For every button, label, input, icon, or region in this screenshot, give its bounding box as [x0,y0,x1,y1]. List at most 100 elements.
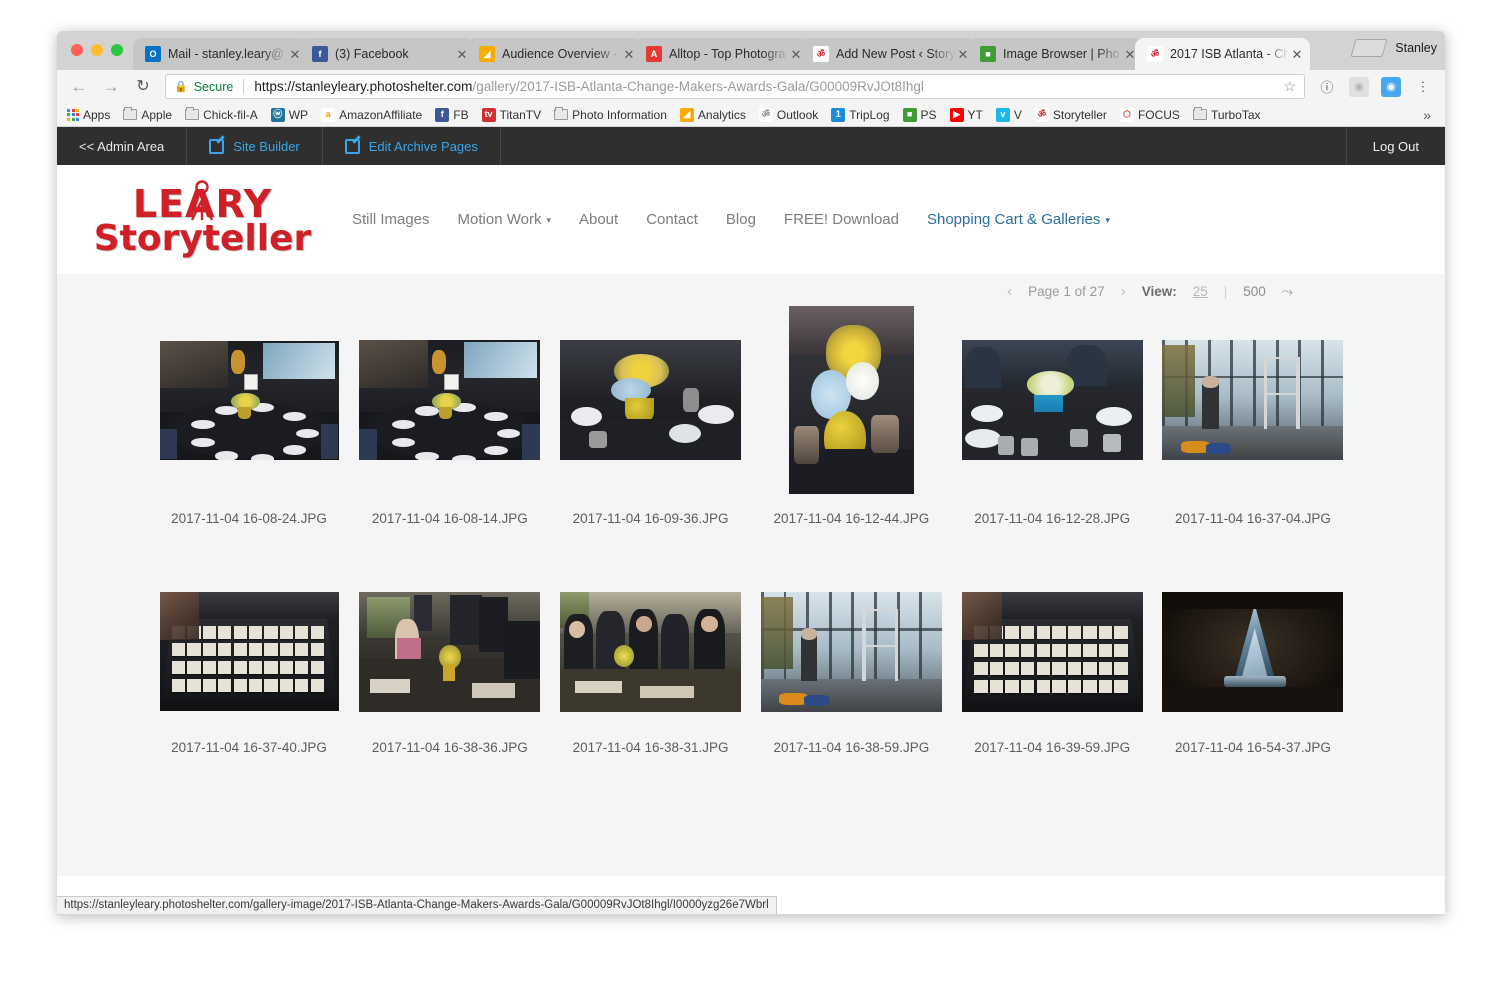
bookmark-item[interactable]: ◢ Analytics [679,107,746,122]
gallery-thumbnail-cell[interactable]: 2017-11-04 16-54-37.JPG [1155,592,1351,757]
bookmark-item[interactable]: ⬡ FOCUS [1119,107,1180,122]
tab-close-icon[interactable]: ✕ [956,48,970,61]
thumbnail-image[interactable] [359,592,541,713]
maximize-window-button[interactable] [111,44,123,56]
tab-close-icon[interactable]: ✕ [1290,48,1304,61]
thumbnail-caption: 2017-11-04 16-38-59.JPG [773,740,930,756]
thumbnail-image[interactable] [961,340,1143,460]
gallery-thumbnail-cell[interactable]: 2017-11-04 16-37-04.JPG [1155,302,1351,528]
gallery-thumbnail-cell[interactable]: 2017-11-04 16-38-59.JPG [753,592,949,757]
browser-tab[interactable]: O Mail - stanley.leary@ ✕ [133,38,308,70]
tab-close-icon[interactable]: ✕ [455,48,469,61]
site-logo[interactable]: LEARY Storyteller [85,180,320,256]
admin-bar-item[interactable]: << Admin Area [57,127,188,165]
thumbnail-image[interactable] [560,340,742,460]
bookmark-item[interactable]: ⓦ WP [270,107,308,122]
tab-strip: O Mail - stanley.leary@ ✕ f (3) Facebook ✕ ◢ Au… [57,31,1445,70]
bookmark-item[interactable]: a AmazonAffiliate [321,107,422,122]
chevron-down-icon: ▾ [546,215,551,225]
admin-bar-item[interactable]: Edit Archive Pages [323,127,501,165]
bookmark-item[interactable]: ▶ YT [949,107,983,122]
tab-title: (3) Facebook [335,47,409,61]
prev-page-icon[interactable]: ‹ [1007,283,1012,300]
gallery-thumbnail-cell[interactable]: 2017-11-04 16-37-40.JPG [151,592,347,757]
bookmark-item[interactable]: ॐ Storyteller [1034,107,1107,122]
nav-link[interactable]: Motion Work ▾ [458,211,551,228]
bookmark-item[interactable]: ॐ Outlook [758,107,818,122]
bookmarks-overflow-icon[interactable]: » [1423,107,1435,123]
bookmark-item[interactable]: tv TitanTV [481,107,541,122]
thumbnail-frame [1155,592,1351,727]
address-bar[interactable]: 🔒 Secure https://stanleyleary.photoshelt… [165,74,1305,99]
thumbnail-image[interactable] [159,340,339,460]
gallery-thumbnail-cell[interactable]: 2017-11-04 16-12-44.JPG [753,302,949,528]
bookmark-item[interactable]: Apps [67,108,110,122]
gallery-thumbnail-cell[interactable]: 2017-11-04 16-08-24.JPG [151,302,347,528]
extension-blue-icon[interactable]: ◉ [1381,76,1401,97]
tab-close-icon[interactable]: ✕ [789,48,803,61]
gallery-thumbnail-cell[interactable]: 2017-11-04 16-09-36.JPG [553,302,749,528]
nav-link[interactable]: Blog [726,211,756,228]
page-viewport: << Admin Area Site Builder Edit Archive Pa… [57,127,1445,914]
browser-tab[interactable]: ॐ 2017 ISB Atlanta - Ch ✕ [1135,38,1310,70]
bookmark-item[interactable]: ■ PS [902,107,937,122]
bookmark-label: Storyteller [1052,107,1107,122]
tab-title: Image Browser | Pho [1003,47,1120,61]
tab-close-icon[interactable]: ✕ [288,48,302,61]
browser-tab[interactable]: A Alltop - Top Photogra ✕ [634,38,809,70]
bookmark-label: Apps [83,107,111,122]
gallery-thumbnail-cell[interactable]: 2017-11-04 16-38-31.JPG [553,592,749,757]
close-window-button[interactable] [71,44,83,56]
thumbnail-image[interactable] [1162,592,1344,713]
minimize-window-button[interactable] [91,44,103,56]
forward-icon[interactable]: → [101,78,121,95]
browser-tab[interactable]: f (3) Facebook ✕ [300,38,475,70]
gallery-thumbnail-cell[interactable]: 2017-11-04 16-12-28.JPG [954,302,1150,528]
view-option-500[interactable]: 500 [1243,284,1266,299]
reload-icon[interactable]: ↻ [133,78,153,95]
thumbnail-frame [151,592,347,727]
view-option-25[interactable]: 25 [1193,284,1208,299]
info-circle-icon[interactable]: ⓘ [1317,77,1337,97]
gallery-thumbnail-cell[interactable]: 2017-11-04 16-38-36.JPG [352,592,548,757]
bookmark-item[interactable]: 1 TripLog [831,107,890,122]
browser-tab[interactable]: ◢ Audience Overview - ✕ [467,38,642,70]
gallery-thumbnail-cell[interactable]: 2017-11-04 16-08-14.JPG [352,302,548,528]
browser-tab[interactable]: ■ Image Browser | Pho ✕ [968,38,1143,70]
bookmark-item[interactable]: Photo Information [554,107,667,122]
thumbnail-frame [553,592,749,727]
back-icon[interactable]: ← [69,78,89,95]
bookmark-item[interactable]: Chick-fil-A [185,107,258,122]
bookmark-star-icon[interactable]: ☆ [1283,78,1296,95]
window-controls[interactable] [71,44,123,56]
nav-link[interactable]: Still Images [352,211,430,228]
admin-bar-item[interactable]: Site Builder [187,127,323,165]
chrome-menu-icon[interactable]: ⋮ [1413,77,1433,97]
logout-button[interactable]: Log Out [1345,127,1445,165]
thumbnail-image[interactable] [760,592,942,713]
gallery-area: ‹ Page 1 of 27 › View: 25 | 500 ⤳ 2017-1… [57,274,1445,876]
profile-chip[interactable]: Stanley [1350,39,1437,57]
share-icon[interactable]: ⤳ [1282,283,1293,300]
thumbnail-frame [753,302,949,498]
bookmark-item[interactable]: vV [995,107,1022,122]
thumbnail-image[interactable] [159,592,339,712]
thumbnail-image[interactable] [560,592,742,713]
thumbnail-image[interactable] [961,592,1143,713]
extension-grey-icon[interactable]: ◉ [1349,76,1369,97]
nav-link[interactable]: About [579,211,618,228]
tab-close-icon[interactable]: ✕ [622,48,636,61]
bookmark-item[interactable]: f FB [435,107,469,122]
gallery-thumbnail-cell[interactable]: 2017-11-04 16-39-59.JPG [954,592,1150,757]
nav-link[interactable]: Contact [646,211,698,228]
thumbnail-image[interactable] [788,306,914,494]
thumbnail-image[interactable] [359,340,541,460]
bookmark-favicon-icon: ◢ [679,107,694,122]
thumbnail-image[interactable] [1162,340,1344,460]
next-page-icon[interactable]: › [1121,283,1126,300]
nav-link[interactable]: Shopping Cart & Galleries ▾ [927,211,1110,228]
browser-tab[interactable]: ॐ Add New Post ‹ Story ✕ [801,38,976,70]
bookmark-item[interactable]: Apple [123,107,172,122]
nav-link[interactable]: FREE! Download [784,211,899,228]
bookmark-item[interactable]: TurboTax [1192,107,1261,122]
